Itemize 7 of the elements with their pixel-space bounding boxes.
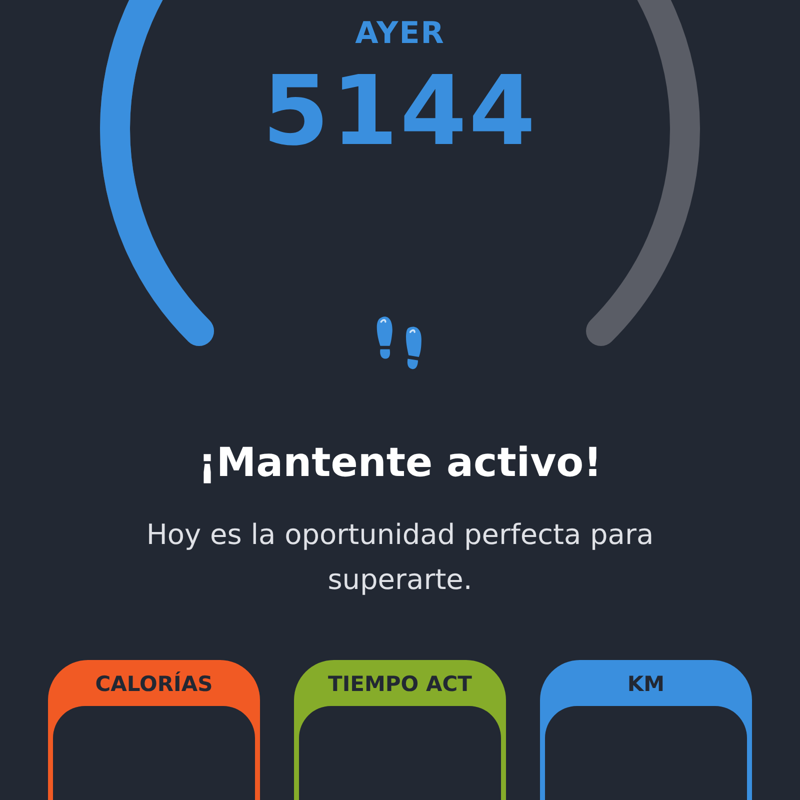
card-label: TIEMPO ACT (328, 671, 472, 698)
gauge-label: AYER (355, 16, 445, 51)
motivation-title: ¡Mantente activo! (198, 440, 602, 486)
card-label: CALORÍAS (95, 670, 213, 698)
card-label: KM (627, 671, 665, 698)
motivation-text: Hoy es la oportunidad perfecta para superarte. (145, 517, 655, 598)
step-count: 5144 (262, 59, 538, 165)
